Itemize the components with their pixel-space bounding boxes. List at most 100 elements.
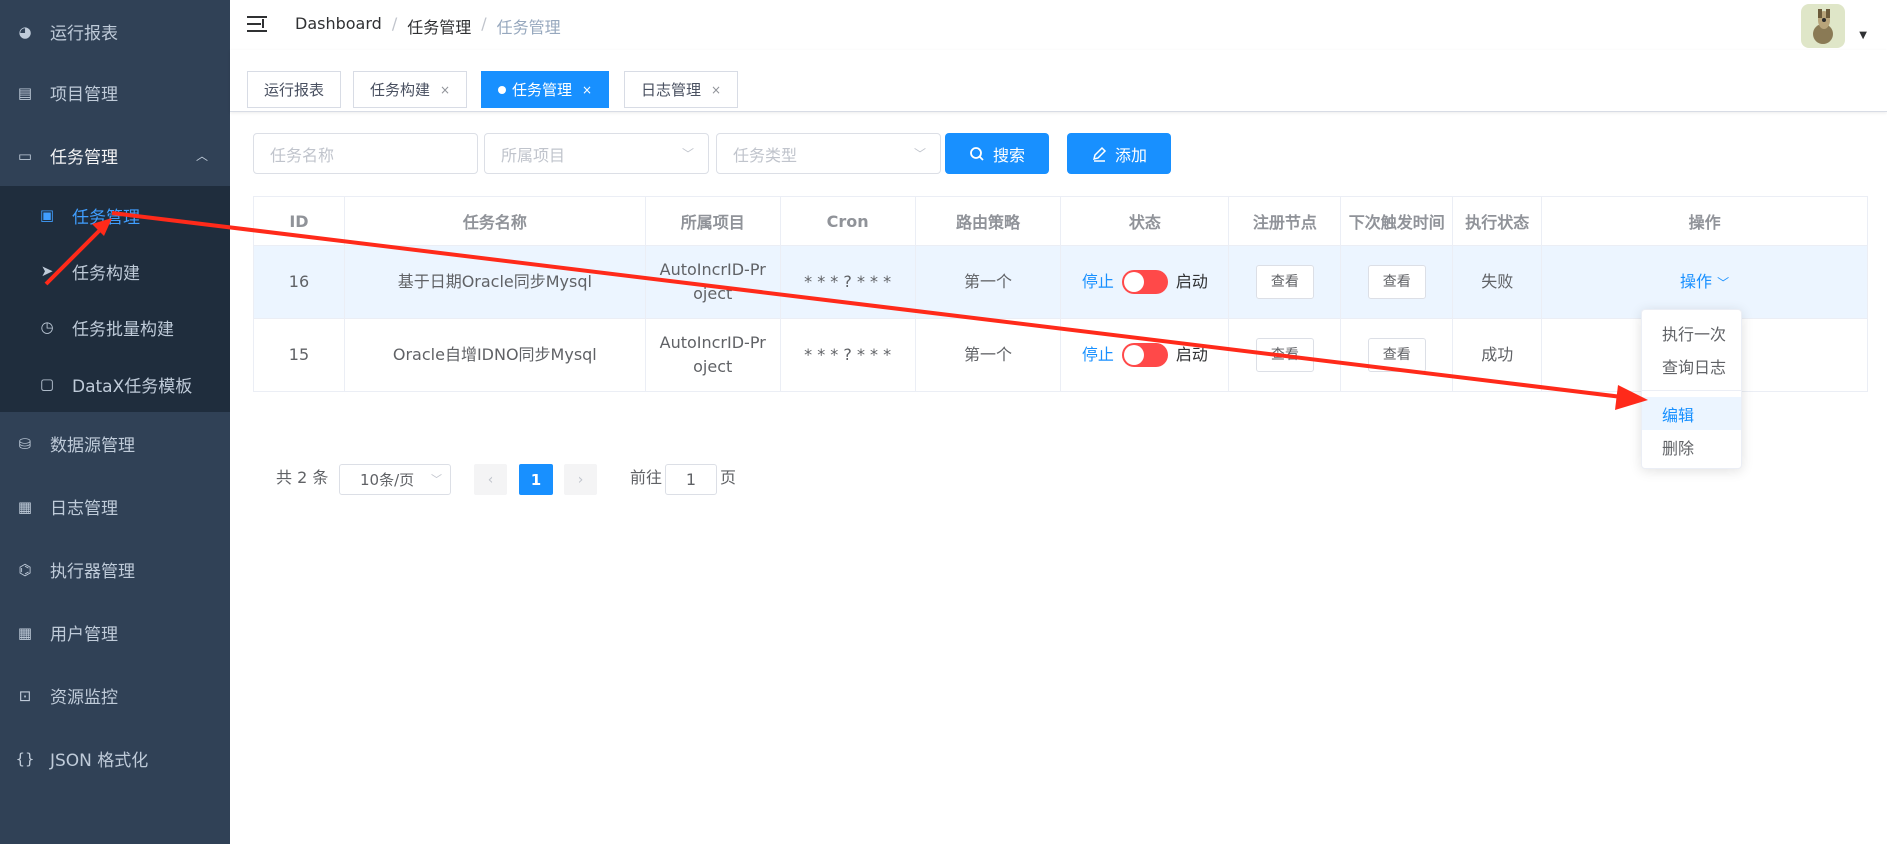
cell-project-text: AutoIncrID-Project — [659, 260, 766, 303]
close-icon[interactable]: × — [711, 83, 721, 97]
sidebar-item-users[interactable]: ▦ 用户管理 — [0, 601, 230, 664]
table-row: 16 基于日期Oracle同步Mysql AutoIncrID-Project … — [253, 245, 1868, 319]
project-select[interactable]: 所属项目 ﹀ — [484, 133, 709, 174]
tags-view: 运行报表 任务构建 × 任务管理 × 日志管理 × — [230, 50, 1887, 112]
sidebar-item-tasks[interactable]: ▭ 任务管理 ︿ — [0, 124, 230, 187]
cell-exec-status: 失败 — [1452, 245, 1543, 319]
tag-logs[interactable]: 日志管理 × — [624, 71, 739, 108]
sidebar-item-datasource[interactable]: ⛁ 数据源管理 — [0, 412, 230, 475]
sidebar-item-label: DataX任务模板 — [72, 376, 193, 397]
monitor-icon: ▭ — [17, 146, 33, 165]
status-toggle[interactable] — [1121, 343, 1168, 367]
sidebar-item-json-format[interactable]: {} JSON 格式化 — [0, 727, 230, 790]
sidebar-subitem-batch-build[interactable]: ◷ 任务批量构建 — [0, 299, 230, 355]
status-stop-label: 停止 — [1081, 345, 1114, 364]
table-header: 路由策略 — [914, 196, 1062, 246]
sidebar-item-executors[interactable]: ⌬ 执行器管理 — [0, 538, 230, 601]
operation-dropdown-trigger[interactable]: 操作 ﹀ — [1680, 272, 1729, 291]
sidebar-subitem-task-management[interactable]: ▣ 任务管理 — [0, 187, 230, 243]
sidebar: ◕ 运行报表 ▤ 项目管理 ▭ 任务管理 ︿ ▣ 任务管理 ➤ 任务构建 ◷ 任… — [0, 0, 230, 844]
batch-icon: ◷ — [40, 318, 54, 336]
sidebar-item-projects[interactable]: ▤ 项目管理 — [0, 61, 230, 124]
menu-item-run-once[interactable]: 执行一次 — [1642, 316, 1741, 349]
sidebar-item-label: JSON 格式化 — [50, 751, 149, 771]
sidebar-subitem-task-build[interactable]: ➤ 任务构建 — [0, 243, 230, 299]
view-node-button[interactable]: 查看 — [1255, 265, 1314, 299]
sidebar-subitem-datax-template[interactable]: ▢ DataX任务模板 — [0, 356, 230, 412]
next-page-button[interactable]: › — [564, 464, 597, 495]
tag-label: 日志管理 — [641, 81, 702, 99]
close-icon[interactable]: × — [440, 83, 450, 97]
tag-task-build[interactable]: 任务构建 × — [353, 71, 468, 108]
goto-page-input[interactable]: 1 — [665, 464, 717, 495]
page-suffix: 页 — [720, 468, 737, 487]
breadcrumb-dashboard[interactable]: Dashboard — [295, 14, 382, 38]
cell-task-name: Oracle自增IDNO同步Mysql — [343, 318, 646, 392]
hamburger-icon[interactable] — [247, 14, 269, 34]
table-header: 所属项目 — [644, 196, 781, 246]
cell-cron: * * * ? * * * — [779, 318, 916, 392]
edit-icon — [1092, 146, 1107, 162]
page-size-select[interactable]: 10条/页 ﹀ — [339, 464, 451, 495]
table-header: 状态 — [1060, 196, 1230, 246]
table-header: 下次触发时间 — [1340, 196, 1454, 246]
sidebar-item-label: 执行器管理 — [50, 562, 135, 582]
status-start-label: 启动 — [1175, 272, 1208, 291]
project-icon: ▤ — [17, 83, 33, 102]
cell-node: 查看 — [1228, 318, 1342, 392]
chevron-down-icon: ﹀ — [681, 147, 694, 161]
active-dot-icon — [498, 85, 506, 94]
menu-item-edit[interactable]: 编辑 — [1642, 397, 1741, 430]
template-icon: ▢ — [39, 375, 55, 393]
executor-icon: ⌬ — [18, 560, 32, 579]
view-next-trigger-button[interactable]: 查看 — [1367, 338, 1426, 372]
status-stop-label: 停止 — [1081, 272, 1114, 291]
sidebar-item-label: 任务管理 — [72, 207, 140, 228]
caret-down-icon[interactable]: ▼ — [1859, 30, 1867, 41]
table-header: 执行状态 — [1452, 196, 1543, 246]
sidebar-item-label: 任务构建 — [72, 263, 140, 284]
dashboard-icon: ◕ — [18, 22, 32, 41]
sidebar-item-label: 用户管理 — [50, 625, 118, 645]
tag-label: 任务构建 — [370, 81, 431, 99]
tag-dashboard[interactable]: 运行报表 — [247, 71, 342, 108]
cell-project-text: AutoIncrID-Project — [659, 333, 766, 376]
sidebar-item-logs[interactable]: ▦ 日志管理 — [0, 475, 230, 538]
sidebar-item-label: 任务批量构建 — [72, 319, 174, 340]
prev-page-button[interactable]: ‹ — [474, 464, 507, 495]
cell-route: 第一个 — [914, 318, 1062, 392]
page-size-label: 10条/页 — [360, 471, 415, 489]
json-icon: {} — [15, 749, 35, 768]
status-toggle[interactable] — [1121, 270, 1168, 294]
search-button[interactable]: 搜索 — [945, 133, 1049, 174]
calendar-icon: ▣ — [39, 206, 55, 224]
cell-exec-status: 成功 — [1452, 318, 1543, 392]
avatar[interactable] — [1801, 4, 1845, 48]
sidebar-item-dashboard[interactable]: ◕ 运行报表 — [0, 0, 230, 63]
send-icon: ➤ — [40, 262, 54, 280]
chevron-right-icon: › — [577, 471, 584, 488]
tag-task-management[interactable]: 任务管理 × — [481, 71, 610, 108]
add-button[interactable]: 添加 — [1067, 133, 1171, 174]
chevron-up-icon: ︿ — [195, 149, 208, 163]
breadcrumb-separator: / — [391, 14, 398, 33]
menu-item-delete[interactable]: 删除 — [1642, 430, 1741, 463]
task-table: ID 任务名称 所属项目 Cron 路由策略 状态 注册节点 下次触发时间 执行… — [253, 196, 1868, 392]
operation-label: 操作 — [1680, 271, 1713, 291]
cell-id: 15 — [253, 318, 345, 392]
breadcrumb-current: 任务管理 — [496, 18, 561, 37]
breadcrumb-task-management[interactable]: 任务管理 — [407, 14, 471, 38]
task-name-placeholder: 任务名称 — [270, 145, 335, 165]
cell-project: AutoIncrID-Project — [644, 318, 781, 392]
sidebar-item-resource-monitor[interactable]: ⊡ 资源监控 — [0, 664, 230, 727]
menu-item-query-log[interactable]: 查询日志 — [1642, 349, 1741, 382]
sidebar-item-label: 项目管理 — [50, 85, 118, 105]
view-next-trigger-button[interactable]: 查看 — [1367, 265, 1426, 299]
cell-next-trigger: 查看 — [1340, 318, 1454, 392]
view-node-button[interactable]: 查看 — [1255, 338, 1314, 372]
close-icon[interactable]: × — [582, 83, 592, 97]
task-name-input[interactable]: 任务名称 — [253, 133, 478, 174]
log-icon: ▦ — [17, 497, 33, 516]
page-number-current[interactable]: 1 — [519, 464, 553, 495]
task-type-select[interactable]: 任务类型 ﹀ — [716, 133, 941, 174]
